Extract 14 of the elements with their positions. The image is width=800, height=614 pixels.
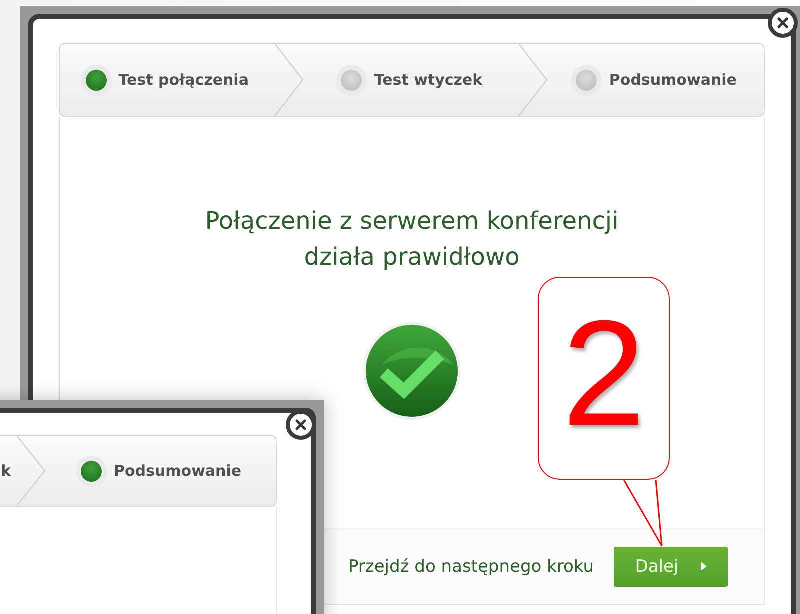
step-label: k (1, 462, 11, 480)
close-button[interactable] (768, 8, 798, 38)
next-button[interactable]: Dalej (614, 546, 728, 586)
step-label: Test wtyczek (374, 71, 483, 89)
caret-icon (700, 562, 707, 571)
step-label: Podsumowanie (609, 71, 737, 89)
callout-bubble: 2 (538, 277, 670, 480)
step-label: Test połączenia (118, 71, 249, 89)
close-icon (777, 17, 789, 29)
success-check-icon (362, 321, 462, 421)
status-message: Połączenie z serwerem konferencji działa prawidłowo (204, 206, 620, 273)
next-step-hint: Przejdź do następnego kroku (348, 556, 594, 576)
step-label: Podsumowanie (114, 462, 242, 480)
close-icon (295, 419, 307, 431)
